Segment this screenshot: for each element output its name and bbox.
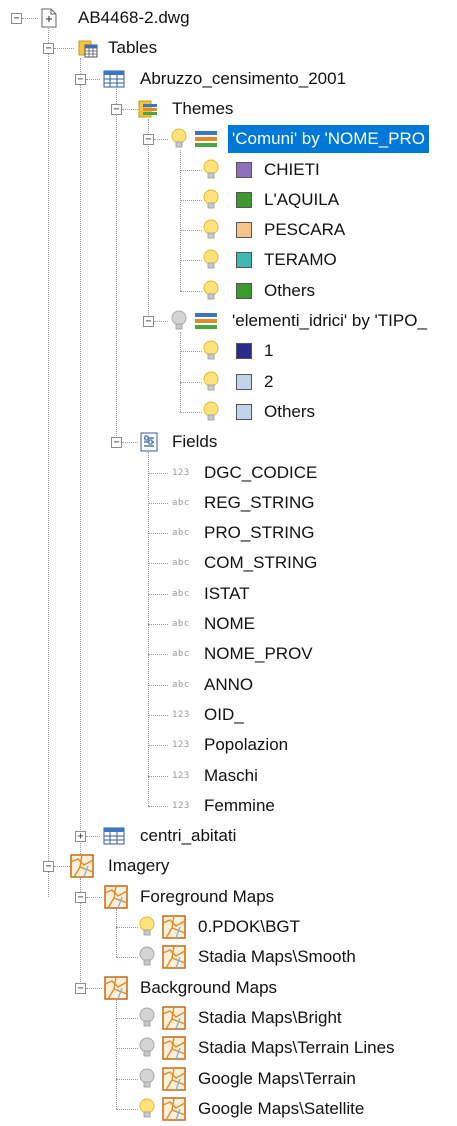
field-label-row[interactable]: COM_STRING	[0, 549, 457, 577]
table2-label: centri_abitati	[140, 826, 237, 845]
theme2-label: 'elementi_idrici' by 'TIPO_	[232, 311, 427, 330]
theme1-item-label-row[interactable]: Others	[0, 277, 457, 305]
theme1-label-row[interactable]: 'Comuni' by 'NOME_PRO	[0, 125, 457, 153]
tables-label-row[interactable]: Tables	[0, 34, 457, 62]
theme1-item-label-row[interactable]: CHIETI	[0, 156, 457, 184]
field-label-row[interactable]: ANNO	[0, 671, 457, 699]
theme2-item-label: Others	[264, 402, 316, 421]
themes-label: Themes	[172, 99, 234, 118]
theme1-item-label: TERAMO	[264, 250, 337, 269]
field-label: NOME	[204, 614, 255, 633]
theme1-label: 'Comuni' by 'NOME_PRO	[228, 125, 430, 153]
field-label: PRO_STRING	[204, 523, 315, 542]
field-label: Femmine	[204, 796, 275, 815]
background-item-label-row[interactable]: Google Maps\Satellite	[0, 1095, 457, 1123]
foreground-item-label-row[interactable]: Stadia Maps\Smooth	[0, 943, 457, 971]
root-label-row[interactable]: AB4468-2.dwg	[0, 4, 457, 32]
themes-label-row[interactable]: Themes	[0, 95, 457, 123]
field-label: Popolazion	[204, 735, 289, 754]
background-item-label-row[interactable]: Stadia Maps\Terrain Lines	[0, 1034, 457, 1062]
theme1-item-label: L'AQUILA	[264, 190, 340, 209]
background-label: Background Maps	[140, 978, 278, 997]
foreground-label: Foreground Maps	[140, 887, 275, 906]
table1-label-row[interactable]: Abruzzo_censimento_2001	[0, 65, 457, 93]
background-item-label: Stadia Maps\Terrain Lines	[198, 1038, 395, 1057]
foreground-label-row[interactable]: Foreground Maps	[0, 883, 457, 911]
field-label: REG_STRING	[204, 493, 315, 512]
table2-label-row[interactable]: centri_abitati	[0, 822, 457, 850]
background-item-label-row[interactable]: Stadia Maps\Bright	[0, 1004, 457, 1032]
foreground-item-label: 0.PDOK\BGT	[198, 917, 301, 936]
field-label: COM_STRING	[204, 553, 318, 572]
field-label-row[interactable]: Popolazion	[0, 731, 457, 759]
field-label-row[interactable]: ISTAT	[0, 580, 457, 608]
field-label: ANNO	[204, 675, 254, 694]
root-label: AB4468-2.dwg	[78, 8, 190, 27]
theme2-item-label-row[interactable]: 2	[0, 368, 457, 396]
foreground-item-label-row[interactable]: 0.PDOK\BGT	[0, 913, 457, 941]
field-label-row[interactable]: REG_STRING	[0, 489, 457, 517]
table1-label: Abruzzo_censimento_2001	[140, 69, 347, 88]
theme2-item-label: 1	[264, 341, 274, 360]
theme1-item-label-row[interactable]: L'AQUILA	[0, 186, 457, 214]
field-label: NOME_PROV	[204, 644, 313, 663]
background-item-label-row[interactable]: Google Maps\Terrain	[0, 1065, 457, 1093]
foreground-item-label: Stadia Maps\Smooth	[198, 947, 356, 966]
field-label: Maschi	[204, 766, 258, 785]
theme1-item-label-row[interactable]: PESCARA	[0, 216, 457, 244]
theme1-item-label: PESCARA	[264, 220, 346, 239]
field-label-row[interactable]: OID_	[0, 701, 457, 729]
theme2-item-label-row[interactable]: Others	[0, 398, 457, 426]
tables-label: Tables	[108, 38, 158, 57]
field-label: OID_	[204, 705, 244, 724]
theme2-item-label-row[interactable]: 1	[0, 337, 457, 365]
field-label-row[interactable]: NOME_PROV	[0, 640, 457, 668]
field-label-row[interactable]: PRO_STRING	[0, 519, 457, 547]
background-item-label: Stadia Maps\Bright	[198, 1008, 342, 1027]
theme1-item-label-row[interactable]: TERAMO	[0, 246, 457, 274]
field-label-row[interactable]: Maschi	[0, 762, 457, 790]
background-item-label: Google Maps\Satellite	[198, 1099, 365, 1118]
theme2-item-label: 2	[264, 372, 274, 391]
field-label-row[interactable]: Femmine	[0, 792, 457, 820]
imagery-label-row[interactable]: Imagery	[0, 852, 457, 880]
field-label-row[interactable]: DGC_CODICE	[0, 459, 457, 487]
fields-label-row[interactable]: Fields	[0, 428, 457, 456]
field-label: DGC_CODICE	[204, 463, 318, 482]
field-label: ISTAT	[204, 584, 250, 603]
background-label-row[interactable]: Background Maps	[0, 974, 457, 1002]
fields-label: Fields	[172, 432, 218, 451]
theme1-item-label: Others	[264, 281, 316, 300]
theme2-label-row[interactable]: 'elementi_idrici' by 'TIPO_	[0, 307, 457, 335]
background-item-label: Google Maps\Terrain	[198, 1069, 356, 1088]
field-label-row[interactable]: NOME	[0, 610, 457, 638]
imagery-label: Imagery	[108, 856, 170, 875]
theme1-item-label: CHIETI	[264, 160, 320, 179]
